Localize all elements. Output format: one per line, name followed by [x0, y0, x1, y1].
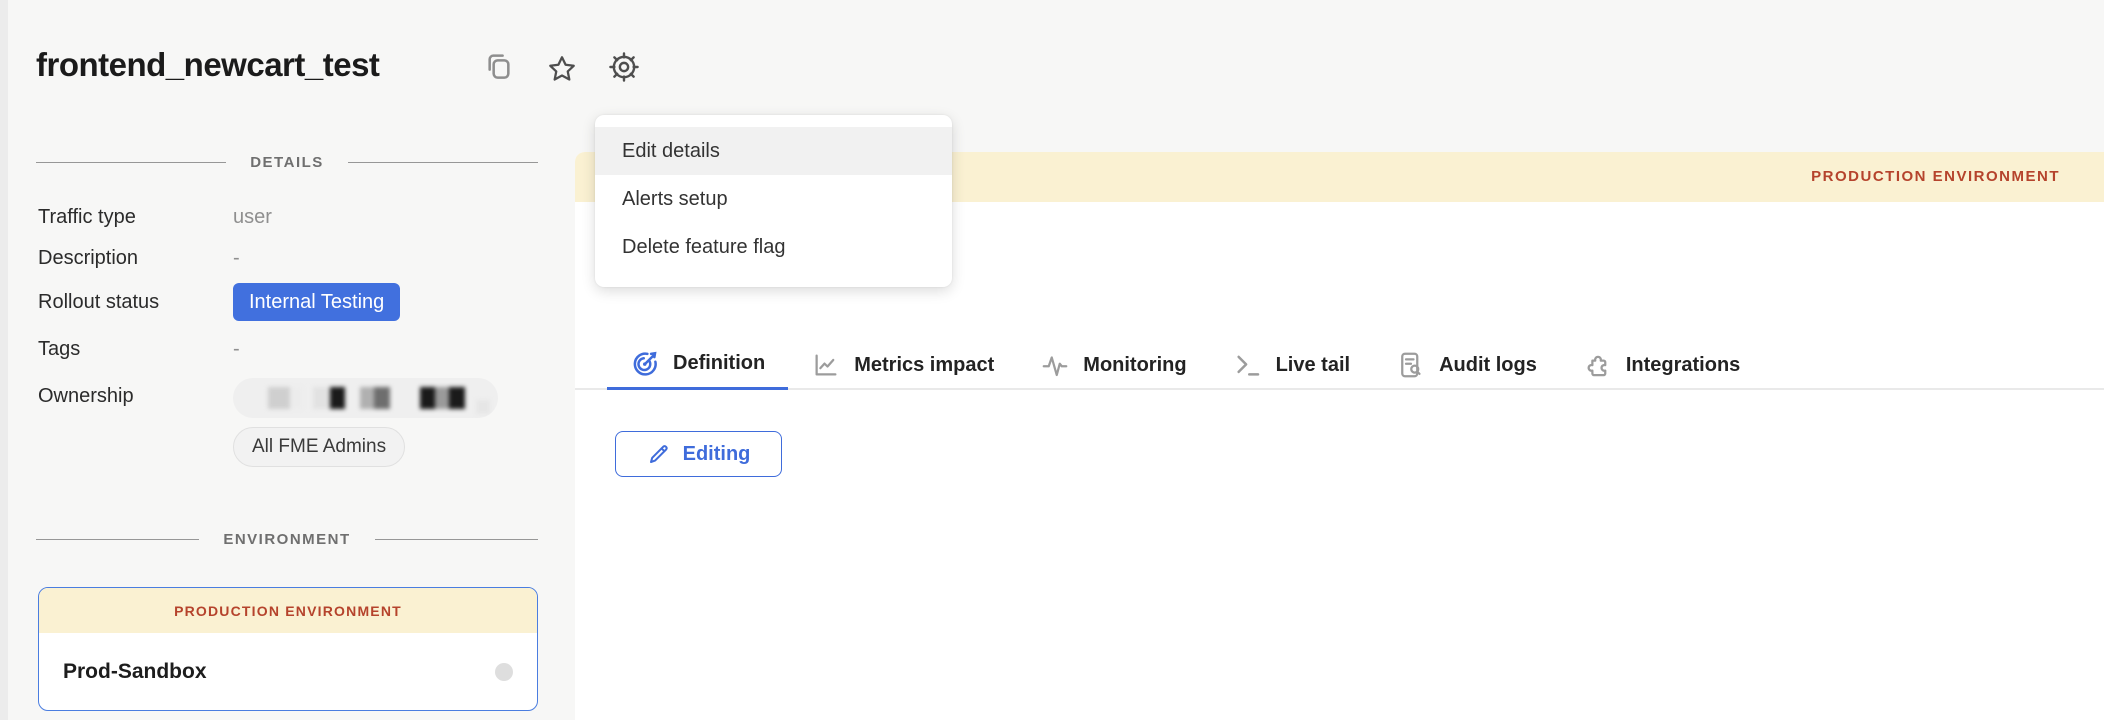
- tab-bar: Definition Metrics impact Monitoring Liv…: [607, 340, 1763, 390]
- tab-label: Live tail: [1276, 354, 1350, 377]
- document-search-icon: [1396, 350, 1426, 380]
- ownership-label: Ownership: [38, 385, 134, 408]
- page-title: frontend_newcart_test: [36, 46, 379, 84]
- traffic-type-label: Traffic type: [38, 206, 136, 229]
- tags-label: Tags: [38, 338, 80, 361]
- target-icon: [630, 349, 660, 379]
- tab-metrics-impact[interactable]: Metrics impact: [788, 340, 1017, 390]
- environment-name: Prod-Sandbox: [63, 660, 207, 684]
- gear-settings-icon[interactable]: [608, 51, 640, 83]
- environment-status-dot: [495, 663, 513, 681]
- environment-heading: ENVIRONMENT: [223, 531, 350, 548]
- pencil-icon: [647, 442, 671, 466]
- gear-dropdown-menu: Edit details Alerts setup Delete feature…: [595, 115, 952, 287]
- editing-button[interactable]: Editing: [615, 431, 782, 477]
- divider-line: [375, 539, 538, 541]
- divider-line: [348, 162, 538, 164]
- window-edge-strip: [0, 0, 8, 720]
- traffic-type-value: user: [233, 206, 272, 229]
- menu-item-delete-feature-flag[interactable]: Delete feature flag: [595, 223, 952, 271]
- details-section-header: DETAILS: [36, 154, 538, 171]
- tab-label: Integrations: [1626, 354, 1740, 377]
- tab-monitoring[interactable]: Monitoring: [1017, 340, 1209, 390]
- editing-button-label: Editing: [683, 443, 751, 466]
- tab-audit-logs[interactable]: Audit logs: [1373, 340, 1560, 390]
- tab-label: Metrics impact: [854, 354, 994, 377]
- star-favorite-icon[interactable]: [546, 53, 578, 85]
- tab-definition[interactable]: Definition: [607, 340, 788, 390]
- divider-line: [36, 539, 199, 541]
- ownership-group-chip[interactable]: All FME Admins: [233, 427, 405, 467]
- divider-line: [36, 162, 226, 164]
- copy-name-icon[interactable]: [481, 51, 513, 83]
- tags-value: -: [233, 338, 240, 361]
- tab-live-tail[interactable]: Live tail: [1210, 340, 1373, 390]
- pulse-icon: [1040, 350, 1070, 380]
- environment-card[interactable]: PRODUCTION ENVIRONMENT Prod-Sandbox: [38, 587, 538, 711]
- tab-integrations[interactable]: Integrations: [1560, 340, 1763, 390]
- details-heading: DETAILS: [250, 154, 324, 171]
- description-value: -: [233, 247, 240, 270]
- ownership-redacted-avatars[interactable]: [233, 378, 498, 418]
- redaction-blocks: [233, 378, 498, 418]
- environment-section-header: ENVIRONMENT: [36, 531, 538, 548]
- rollout-status-label: Rollout status: [38, 291, 159, 314]
- menu-item-alerts-setup[interactable]: Alerts setup: [595, 175, 952, 223]
- rollout-status-badge[interactable]: Internal Testing: [233, 283, 400, 321]
- tab-label: Monitoring: [1083, 354, 1186, 377]
- puzzle-icon: [1583, 350, 1613, 380]
- terminal-icon: [1233, 350, 1263, 380]
- tab-label: Definition: [673, 352, 765, 375]
- menu-item-edit-details[interactable]: Edit details: [595, 127, 952, 175]
- tab-label: Audit logs: [1439, 354, 1537, 377]
- description-label: Description: [38, 247, 138, 270]
- chart-line-icon: [811, 350, 841, 380]
- environment-card-banner: PRODUCTION ENVIRONMENT: [39, 588, 537, 633]
